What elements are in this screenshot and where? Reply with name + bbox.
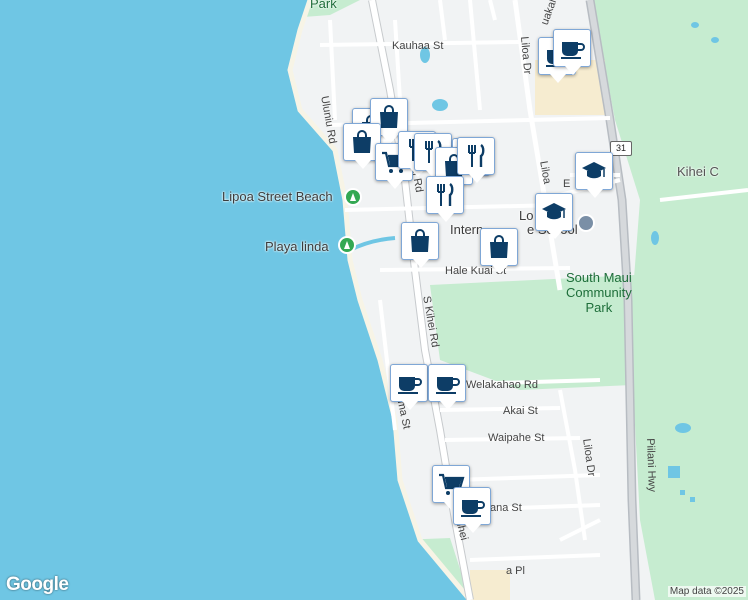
place-label-playa-linda[interactable]: Playa linda [265,239,329,254]
place-label-south-maui-park[interactable]: South Maui Community Park [566,270,632,315]
map-canvas[interactable]: Kauhaa St Uluniu Rd S Kihei Rd S Kihei R… [0,0,748,600]
map-marker-school[interactable] [535,193,573,239]
street-label-pl: a Pl [506,565,525,577]
map-marker-coffee[interactable] [428,364,466,410]
park-icon[interactable] [338,236,356,254]
place-label-lipoa-beach[interactable]: Lipoa Street Beach [222,189,333,204]
street-label-piilani: Piilani Hwy [644,438,658,493]
map-marker-school[interactable] [575,152,613,198]
street-label-e: E [563,178,571,190]
street-label-waipahe: Waipahe St [488,432,545,444]
school-icon[interactable] [577,214,595,232]
place-label-school-2: Intern [450,222,484,237]
map-marker-restaurant[interactable] [426,176,464,222]
highway-shield: 31 [610,141,632,156]
park-icon[interactable] [344,188,362,206]
street-label-kauhaa: Kauhaa St [392,40,444,52]
map-base-layer [0,0,748,600]
street-label-akai: Akai St [503,405,538,417]
place-label-school-1: Lo [519,208,534,223]
map-marker-coffee[interactable] [553,29,591,75]
map-marker-shopping-bag[interactable] [480,228,518,274]
place-label-kihei-c: Kihei C [677,164,719,179]
map-attribution[interactable]: Map data ©2025 [667,586,746,597]
google-logo[interactable]: Google [6,574,69,596]
street-label-welakahao: Welakahao Rd [466,379,538,391]
place-label-park-top: Park [310,0,337,11]
map-marker-coffee[interactable] [453,487,491,533]
map-marker-coffee[interactable] [390,364,428,410]
street-label-mana: ana St [490,502,522,514]
map-marker-restaurant[interactable] [457,137,495,183]
map-marker-shopping-bag[interactable] [401,222,439,268]
